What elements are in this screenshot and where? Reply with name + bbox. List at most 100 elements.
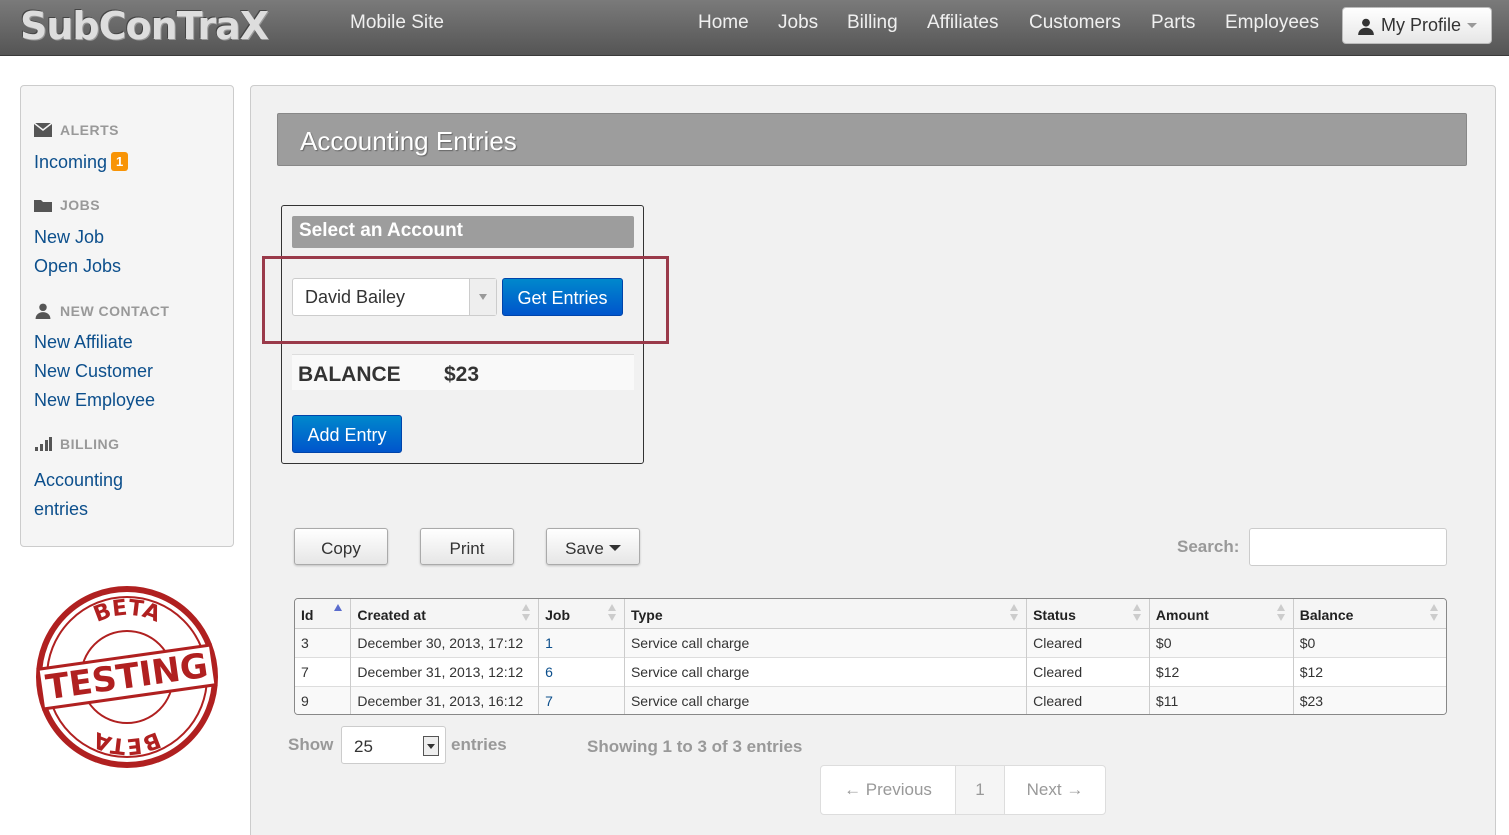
cell-id: 7 [295, 656, 352, 686]
table-row: 7 December 31, 2013, 12:12 6 Service cal… [295, 656, 1446, 686]
nav-parts[interactable]: Parts [1151, 12, 1195, 34]
cell-id: 3 [295, 627, 352, 657]
account-panel-title: Select an Account [292, 216, 634, 248]
billing-header: BILLING [34, 436, 120, 452]
sort-icon [1430, 604, 1438, 622]
column-header-created-at[interactable]: Created at [350, 599, 540, 629]
svg-text:BETA: BETA [90, 596, 164, 628]
new-contact-header-label: NEW CONTACT [60, 302, 170, 319]
search-input[interactable] [1249, 528, 1447, 566]
job-link[interactable]: 7 [545, 693, 553, 709]
nav-home[interactable]: Home [698, 12, 749, 34]
add-entry-button[interactable]: Add Entry [292, 415, 402, 453]
entries-table: Id Created at Job Type Status Amount Bal… [294, 598, 1447, 715]
get-entries-button[interactable]: Get Entries [502, 278, 623, 316]
cell-balance: $0 [1293, 627, 1446, 657]
page-length-value: 25 [354, 737, 373, 756]
account-select[interactable]: David Bailey [292, 278, 497, 316]
caret-down-icon [608, 545, 621, 551]
folder-icon [34, 200, 52, 212]
beta-testing-stamp: BETA BETA TESTING [36, 586, 218, 768]
cell-status: Cleared [1026, 656, 1150, 686]
stamp-top-text: BETA [90, 596, 164, 628]
cell-id: 9 [295, 685, 352, 714]
balance-value: $23 [444, 363, 480, 386]
account-select-value: David Bailey [305, 287, 406, 307]
previous-page-button[interactable]: ← Previous [821, 766, 956, 814]
job-link[interactable]: 6 [545, 664, 553, 680]
cell-type: Service call charge [624, 627, 1028, 657]
job-link[interactable]: 1 [545, 635, 553, 651]
nav-billing[interactable]: Billing [847, 12, 898, 34]
cell-balance: $23 [1293, 685, 1446, 714]
nav-customers[interactable]: Customers [1029, 12, 1121, 34]
accounting-line1: Accounting [34, 470, 124, 490]
cell-job: 7 [538, 685, 625, 714]
accounting-line2: entries [34, 499, 89, 519]
table-row: 3 December 30, 2013, 17:12 1 Service cal… [295, 627, 1446, 657]
jobs-header-label: JOBS [60, 197, 101, 213]
column-header-balance[interactable]: Balance [1293, 599, 1446, 629]
sort-icon [1132, 604, 1141, 622]
sort-icon [522, 604, 531, 622]
sidebar-item-new-employee[interactable]: New Employee [34, 390, 155, 411]
cell-amount: $12 [1149, 656, 1294, 686]
user-icon [1358, 18, 1374, 35]
sidebar-item-open-jobs[interactable]: Open Jobs [34, 256, 121, 277]
chevron-down-icon [1467, 23, 1478, 28]
print-button[interactable]: Print [420, 528, 514, 565]
show-label: Show [288, 735, 334, 754]
alerts-header-label: ALERTS [60, 122, 119, 138]
column-header-id[interactable]: Id [295, 599, 352, 629]
nav-jobs[interactable]: Jobs [778, 12, 818, 34]
cell-job: 1 [538, 627, 625, 657]
envelope-icon [34, 123, 52, 137]
cell-status: Cleared [1026, 685, 1150, 714]
sidebar-item-new-job[interactable]: New Job [34, 227, 104, 248]
column-header-amount[interactable]: Amount [1149, 599, 1294, 629]
nav-affiliates[interactable]: Affiliates [927, 12, 998, 34]
entries-label: entries [451, 735, 507, 754]
page-length-select[interactable]: 25 [341, 726, 446, 764]
page-1-button[interactable]: 1 [956, 766, 1005, 814]
table-row: 9 December 31, 2013, 16:12 7 Service cal… [295, 685, 1446, 714]
cell-type: Service call charge [624, 685, 1028, 714]
chevron-down-icon[interactable] [469, 279, 496, 315]
cell-created-at: December 31, 2013, 16:12 [350, 685, 540, 714]
column-header-job[interactable]: Job [538, 599, 625, 629]
sort-icon [1276, 604, 1285, 622]
new-contact-header: NEW CONTACT [34, 302, 169, 319]
copy-button[interactable]: Copy [294, 528, 388, 565]
save-button[interactable]: Save [546, 528, 640, 565]
sidebar-item-new-affiliate[interactable]: New Affiliate [34, 332, 133, 353]
save-label: Save [565, 539, 604, 558]
user-icon [35, 303, 51, 319]
sidebar-item-incoming[interactable]: Incoming 1 [34, 152, 129, 173]
balance-row: BALANCE $23 [292, 354, 634, 390]
search-label: Search: [1177, 537, 1240, 556]
cell-created-at: December 31, 2013, 12:12 [350, 656, 540, 686]
brand-logo[interactable]: SubConTraX [20, 4, 269, 48]
sort-icon [1010, 604, 1019, 622]
sidebar-item-accounting-entries[interactable]: Accounting entries [34, 466, 123, 524]
next-page-button[interactable]: Next → [1005, 766, 1105, 814]
billing-header-label: BILLING [60, 436, 120, 452]
chevron-down-icon[interactable] [423, 736, 439, 756]
sort-icon [607, 604, 616, 622]
top-navbar: SubConTraX Mobile Site Home Jobs Billing… [0, 0, 1509, 56]
signal-bars-icon [35, 437, 52, 451]
column-header-type[interactable]: Type [624, 599, 1028, 629]
sidebar-item-new-customer[interactable]: New Customer [34, 361, 153, 382]
my-profile-label: My Profile [1381, 15, 1462, 35]
nav-employees[interactable]: Employees [1225, 12, 1319, 34]
cell-balance: $12 [1293, 656, 1446, 686]
cell-created-at: December 30, 2013, 17:12 [350, 627, 540, 657]
cell-amount: $0 [1149, 627, 1294, 657]
column-header-status[interactable]: Status [1026, 599, 1150, 629]
nav-mobile-site[interactable]: Mobile Site [350, 12, 444, 34]
cell-job: 6 [538, 656, 625, 686]
jobs-header: JOBS [34, 197, 100, 213]
cell-status: Cleared [1026, 627, 1150, 657]
stamp-middle-text: TESTING [43, 646, 210, 708]
my-profile-button[interactable]: My Profile [1342, 7, 1492, 44]
